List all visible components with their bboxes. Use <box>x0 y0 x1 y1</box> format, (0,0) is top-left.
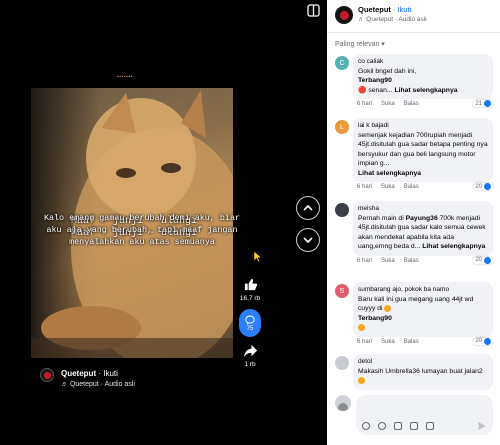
comment-time[interactable]: 6 hari <box>357 258 372 264</box>
header-divider <box>327 32 500 33</box>
avatar[interactable]: C <box>335 56 349 70</box>
fullscreen-icon[interactable] <box>307 4 320 17</box>
comment-bubble: meisha Pernah main di Payung36 700k menj… <box>353 201 493 256</box>
comment-text: semenjak kejadian 700rupiah menjadi 45jt… <box>358 131 488 168</box>
comment-text: Makasih Umbrella36 lumayan buat jalan2 <box>358 367 483 375</box>
sticker-icon[interactable] <box>426 422 434 430</box>
comment-meta: 6 hari Suka Balas 20 <box>353 183 493 190</box>
emoji-icon <box>358 376 365 384</box>
like-link[interactable]: Suka <box>381 101 395 107</box>
owner-name[interactable]: Queteput <box>61 369 96 378</box>
audio-link[interactable]: ♬ Queteput · Audio asli <box>358 15 427 25</box>
comment-meta: 6 hari Suka Balas 21 <box>353 100 493 107</box>
caption-body: Kalo emang gamau berubah demi aku, biar … <box>43 213 240 247</box>
like-link[interactable]: Suka <box>381 258 395 264</box>
reaction-count[interactable]: 20 <box>473 337 493 345</box>
avatar[interactable]: S <box>335 284 349 298</box>
comment-text: Gokil bnget dah ini, <box>358 67 417 75</box>
like-link[interactable]: Suka <box>381 184 395 190</box>
comment-author[interactable]: sumbarang ajo, pokok ba namo <box>358 285 488 295</box>
reply-link[interactable]: Balas <box>404 258 419 264</box>
comment-bubble: lai k bajadi semenjak kejadian 700rupiah… <box>353 118 493 182</box>
comment-icon <box>245 314 255 325</box>
heart-emoji-icon <box>384 304 392 312</box>
heart-emoji-icon <box>358 323 365 331</box>
video-top-label: ▪▪▪▪▪▪▪ <box>117 74 133 80</box>
comments-panel: Queteput · Ikuti ♬ Queteput · Audio asli… <box>327 0 500 445</box>
user-avatar[interactable] <box>335 395 351 411</box>
share-icon <box>243 344 257 358</box>
mouse-cursor-icon <box>253 250 263 263</box>
emoji-icon[interactable] <box>378 422 386 430</box>
comment-time[interactable]: 6 hari <box>357 101 372 107</box>
comment-author[interactable]: meisha <box>358 204 488 214</box>
like-reaction-icon <box>484 337 491 345</box>
video-owner: Queteput · Ikuti ♬ Queteput · Audio asli <box>40 368 135 390</box>
comment-item: meisha Pernah main di Payung36 700k menj… <box>335 201 493 264</box>
comment-author[interactable]: lai k bajadi <box>358 121 488 131</box>
thumbs-up-icon <box>244 278 257 291</box>
comment-bubble: sumbarang ajo, pokok ba namo Baru kali i… <box>353 282 493 337</box>
reaction-count[interactable]: 21 <box>473 100 493 107</box>
comment-bubble: co caliak Gokil bnget dah ini, Terbang90… <box>353 54 493 99</box>
comment-author[interactable]: detol <box>358 357 488 367</box>
reaction-count[interactable]: 20 <box>473 183 493 190</box>
owner-avatar[interactable] <box>40 368 54 382</box>
comment-author[interactable]: co caliak <box>358 57 488 67</box>
comment-count: 75 <box>246 325 254 332</box>
comment-button[interactable]: 75 <box>236 309 264 337</box>
chevron-down-icon <box>303 237 313 244</box>
next-video-button[interactable] <box>296 228 320 252</box>
see-more-link[interactable]: Lihat selengkapnya <box>358 169 488 179</box>
comment-text: Pernah main di <box>358 214 404 222</box>
reply-link[interactable]: Balas <box>404 184 419 190</box>
comment-time[interactable]: 6 hari <box>357 184 372 190</box>
page-name[interactable]: Queteput <box>358 5 391 14</box>
comment-text: Baru kali ini gua megang uang 44jt wd cu… <box>358 295 474 313</box>
previous-video-button[interactable] <box>296 196 320 220</box>
video-viewer: ▪▪▪▪▪▪▪ Maaf - janji - ulangi Maaf - jan… <box>0 0 327 445</box>
comment-item: L lai k bajadi semenjak kejadian 700rupi… <box>335 118 493 190</box>
avatar-sticker-icon[interactable] <box>362 422 370 430</box>
comment-mention: Terbang90 <box>358 314 392 322</box>
comment-input[interactable] <box>362 400 482 407</box>
reaction-count[interactable]: 20 <box>473 256 493 264</box>
share-button[interactable]: 1 rb <box>236 343 264 368</box>
comment-bubble: detol Makasih Umbrella36 lumayan buat ja… <box>353 354 493 390</box>
see-more-link[interactable]: Lihat selengkapnya <box>394 87 457 94</box>
owner-follow-link[interactable]: · Ikuti <box>98 369 118 378</box>
owner-audio[interactable]: ♬ Queteput · Audio asli <box>61 379 135 390</box>
comment-item: detol Makasih Umbrella36 lumayan buat ja… <box>335 354 493 390</box>
comment-item: C co caliak Gokil bnget dah ini, Terbang… <box>335 54 493 107</box>
avatar[interactable] <box>335 356 349 370</box>
see-more-link[interactable]: Lihat selengkapnya <box>422 243 485 250</box>
camera-icon[interactable] <box>394 422 402 430</box>
like-link[interactable]: Suka <box>381 339 395 345</box>
comment-mention: Payung36 <box>405 214 438 222</box>
like-reaction-icon <box>484 100 491 107</box>
comment-mention: Terbang90 <box>358 77 392 84</box>
reply-link[interactable]: Balas <box>404 339 419 345</box>
page-avatar[interactable] <box>335 6 353 24</box>
like-count: 16,7 rb <box>239 295 261 302</box>
reply-link[interactable]: Balas <box>404 101 419 107</box>
like-reaction-icon <box>484 183 491 190</box>
send-icon[interactable] <box>477 421 487 431</box>
comment-composer <box>335 395 493 435</box>
share-count: 1 rb <box>244 361 256 368</box>
comment-meta: 6 hari Suka Balas 20 <box>353 256 493 264</box>
gif-icon[interactable] <box>410 422 418 430</box>
sort-dropdown[interactable]: Paling relevan ▾ <box>335 40 385 48</box>
comment-item: S sumbarang ajo, pokok ba namo Baru kali… <box>335 282 493 345</box>
like-reaction-icon <box>484 256 491 264</box>
panel-header: Queteput · Ikuti ♬ Queteput · Audio asli <box>327 0 500 30</box>
comment-text: 🔴 senan... <box>358 86 393 94</box>
avatar[interactable]: L <box>335 120 349 134</box>
follow-link[interactable]: · Ikuti <box>393 5 411 14</box>
comment-time[interactable]: 6 hari <box>357 339 372 345</box>
like-button[interactable]: 16,7 rb <box>236 277 264 302</box>
chevron-up-icon <box>303 204 313 211</box>
avatar[interactable] <box>335 203 349 217</box>
comment-meta: 6 hari Suka Balas 20 <box>353 337 493 345</box>
